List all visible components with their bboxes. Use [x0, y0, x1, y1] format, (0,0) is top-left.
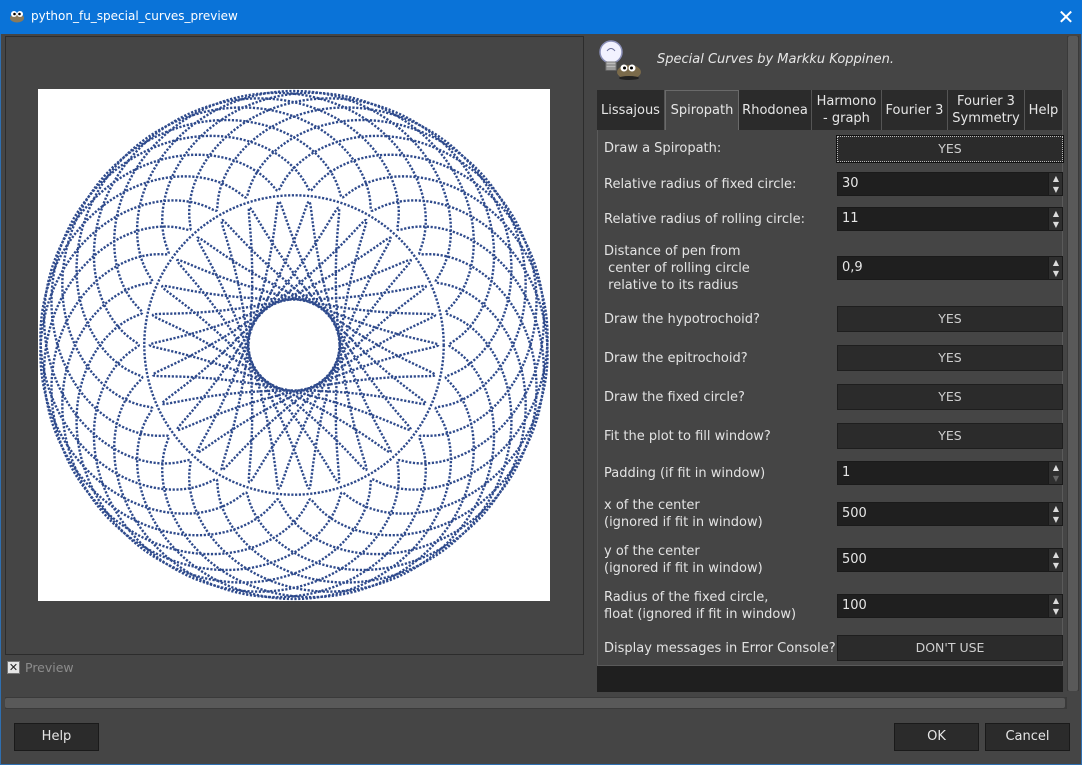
- tab-fourier3[interactable]: Fourier 3: [882, 90, 948, 130]
- lightbulb-wilber-icon: [599, 40, 641, 80]
- spinner-arrows: ▲ ▼: [1048, 503, 1062, 525]
- tab-spiropath[interactable]: Spiropath: [665, 90, 739, 130]
- scrollbar-thumb[interactable]: [1068, 36, 1078, 691]
- spin-up-icon[interactable]: ▲: [1049, 549, 1063, 560]
- window-title: python_fu_special_curves_preview: [31, 9, 238, 23]
- radius-fixed-label: Radius of the fixed circle, float (ignor…: [604, 590, 797, 622]
- spin-down-icon[interactable]: ▼: [1049, 606, 1063, 617]
- error-console-label: Display messages in Error Console?: [604, 641, 836, 656]
- spin-up-icon[interactable]: ▲: [1049, 173, 1063, 184]
- hypotrochoid-toggle[interactable]: YES: [837, 306, 1063, 332]
- close-window-button[interactable]: ✕: [1053, 4, 1079, 30]
- draw-spiropath-label: Draw a Spiropath:: [604, 141, 722, 156]
- spinner-arrows: ▲ ▼: [1048, 595, 1062, 617]
- spin-up-icon[interactable]: ▲: [1049, 257, 1063, 268]
- fit-window-toggle[interactable]: YES: [837, 423, 1063, 449]
- draw-spiropath-toggle[interactable]: YES: [836, 135, 1064, 163]
- spinner-arrows: ▲ ▼: [1048, 208, 1062, 230]
- spinner-arrows: ▲ ▼: [1048, 462, 1062, 484]
- y-center-label: y of the center (ignored if fit in windo…: [604, 544, 763, 576]
- gimp-app-icon: [10, 11, 24, 23]
- pen-distance-spinner[interactable]: 0,9 ▲ ▼: [837, 256, 1063, 280]
- tab-harmonograph[interactable]: Harmono - graph: [812, 90, 882, 130]
- fit-window-label: Fit the plot to fill window?: [604, 429, 771, 444]
- spin-down-icon: ▼: [1052, 474, 1060, 483]
- spiro-curve: [148, 200, 440, 490]
- horizontal-scrollbar[interactable]: [5, 697, 1067, 709]
- pen-distance-label: Distance of pen from center of rolling c…: [604, 244, 750, 293]
- tab-help[interactable]: Help: [1025, 90, 1063, 130]
- tab-fourier3-symmetry[interactable]: Fourier 3 Symmetry: [948, 90, 1025, 130]
- rolling-radius-label: Relative radius of rolling circle:: [604, 212, 805, 227]
- spiro-curve: [39, 89, 549, 601]
- fixed-circle-label: Draw the fixed circle?: [604, 390, 745, 405]
- preview-checkbox[interactable]: ✕: [7, 661, 20, 674]
- spin-down-icon[interactable]: ▼: [1049, 268, 1063, 279]
- help-button[interactable]: Help: [14, 723, 99, 751]
- spinner-arrows: ▲ ▼: [1048, 549, 1062, 571]
- radius-fixed-value[interactable]: 100: [842, 598, 867, 613]
- x-center-value[interactable]: 500: [842, 506, 867, 521]
- tab-lissajous[interactable]: Lissajous: [597, 90, 665, 130]
- spin-down-icon[interactable]: ▼: [1049, 514, 1063, 525]
- spin-up-icon[interactable]: ▲: [1049, 503, 1063, 514]
- pen-distance-value[interactable]: 0,9: [842, 260, 863, 275]
- padding-value[interactable]: 1: [842, 465, 850, 480]
- epitrochoid-toggle[interactable]: YES: [837, 345, 1063, 371]
- spinner-arrows: ▲ ▼: [1048, 173, 1062, 195]
- title-bar: python_fu_special_curves_preview ✕: [0, 0, 1082, 34]
- header-credit: Special Curves by Markku Koppinen.: [657, 52, 895, 67]
- y-center-spinner[interactable]: 500 ▲ ▼: [837, 548, 1063, 572]
- x-center-spinner[interactable]: 500 ▲ ▼: [837, 502, 1063, 526]
- fixed-radius-value[interactable]: 30: [842, 176, 859, 191]
- y-center-value[interactable]: 500: [842, 552, 867, 567]
- spin-down-icon[interactable]: ▼: [1049, 560, 1063, 571]
- ok-button[interactable]: OK: [894, 723, 979, 751]
- x-center-label: x of the center (ignored if fit in windo…: [604, 498, 763, 530]
- vertical-scrollbar[interactable]: [1067, 36, 1079, 691]
- spin-up-icon[interactable]: ▲: [1049, 462, 1063, 473]
- progress-bar: [597, 666, 1063, 692]
- spiropath-preview-image: [39, 89, 549, 601]
- spin-down-icon[interactable]: ▼: [1049, 184, 1063, 195]
- fixed-radius-spinner[interactable]: 30 ▲ ▼: [837, 172, 1063, 196]
- rolling-radius-value[interactable]: 11: [842, 211, 859, 226]
- fixed-radius-label: Relative radius of fixed circle:: [604, 177, 797, 192]
- fixed-circle-toggle[interactable]: YES: [837, 384, 1063, 410]
- spinner-arrows: ▲ ▼: [1048, 257, 1062, 279]
- spin-down-icon[interactable]: ▼: [1049, 219, 1063, 230]
- hypotrochoid-label: Draw the hypotrochoid?: [604, 312, 760, 327]
- spin-up-icon[interactable]: ▲: [1049, 208, 1063, 219]
- error-console-toggle[interactable]: DON'T USE: [837, 635, 1063, 661]
- epitrochoid-label: Draw the epitrochoid?: [604, 351, 748, 366]
- padding-label: Padding (if fit in window): [604, 466, 766, 481]
- padding-spinner[interactable]: 1 ▲ ▼: [837, 461, 1063, 485]
- radius-fixed-spinner[interactable]: 100 ▲ ▼: [837, 594, 1063, 618]
- scrollbar-thumb[interactable]: [5, 698, 1065, 708]
- cancel-button[interactable]: Cancel: [985, 723, 1070, 751]
- spin-up-icon[interactable]: ▲: [1049, 595, 1063, 606]
- tab-rhodonea[interactable]: Rhodonea: [739, 90, 812, 130]
- preview-label[interactable]: Preview: [25, 660, 74, 675]
- preview-canvas: [38, 89, 550, 601]
- rolling-radius-spinner[interactable]: 11 ▲ ▼: [837, 207, 1063, 231]
